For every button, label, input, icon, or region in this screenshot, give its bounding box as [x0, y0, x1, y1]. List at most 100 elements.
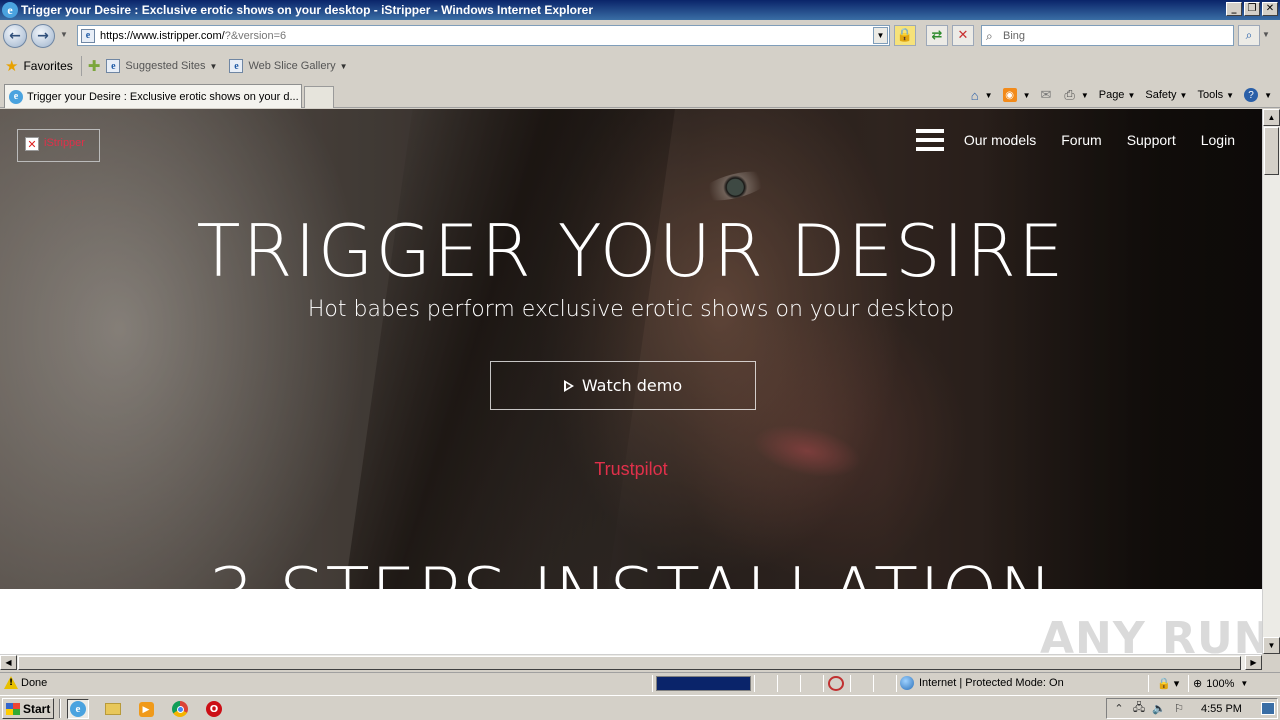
suggested-sites-link[interactable]: e Suggested Sites ▼ [106, 59, 217, 73]
stop-button[interactable]: ✕ [952, 25, 974, 46]
hamburger-menu-icon[interactable] [915, 129, 944, 151]
mail-icon: ✉ [1040, 87, 1052, 102]
security-lock-button[interactable]: 🔒 [894, 25, 916, 46]
command-bar: ⌂ ▼ ◉ ▼ ✉ ⎙ ▼ Page ▼ Safety ▼ Tools ▼ ? ▼ [961, 85, 1272, 105]
page-icon: e [106, 59, 121, 73]
hero-overlay [0, 109, 1262, 589]
progress-fill [657, 677, 750, 690]
chevron-down-icon: ▼ [1179, 90, 1188, 100]
search-button[interactable]: ⌕ [1238, 25, 1260, 46]
add-to-favorites-icon[interactable]: ✚ [88, 57, 101, 75]
popup-blocker-icon[interactable] [828, 676, 844, 691]
divider [800, 675, 801, 692]
vertical-scroll-thumb[interactable] [1264, 127, 1279, 175]
tab-active[interactable]: e Trigger your Desire : Exclusive erotic… [4, 84, 302, 108]
zoom-level[interactable]: ⊕ 100% ▼ [1193, 677, 1249, 691]
nav-our-models[interactable]: Our models [964, 132, 1036, 148]
home-button[interactable]: ⌂ ▼ [971, 88, 993, 103]
media-player-icon: ▶ [138, 701, 154, 717]
watch-demo-button[interactable]: Watch demo [490, 361, 756, 410]
taskbar-explorer-button[interactable] [102, 699, 124, 719]
divider [850, 675, 851, 692]
address-bar[interactable]: e https://www.istripper.com/?&version=6 … [77, 25, 890, 46]
ie-tab-icon: e [9, 89, 23, 104]
favorites-bar: ★ Favorites ✚ e Suggested Sites ▼ e Web … [0, 51, 1280, 81]
rss-icon: ◉ [1002, 88, 1017, 102]
hero-headline: TRIGGER YOUR DESIRE [196, 209, 1066, 293]
tools-menu[interactable]: Tools ▼ [1197, 89, 1234, 101]
safety-menu[interactable]: Safety ▼ [1145, 89, 1187, 101]
divider [59, 699, 61, 718]
window-controls: _ ❐ ✕ [1226, 2, 1278, 16]
nav-forum[interactable]: Forum [1061, 132, 1101, 148]
chevron-down-icon: ▼ [1022, 90, 1031, 100]
taskbar: Start e ▶ O ⌃ 🖧 🔈 ⚐ 4:55 PM [0, 695, 1280, 720]
horizontal-scroll-thumb[interactable] [18, 656, 1241, 670]
history-dropdown-icon[interactable]: ▼ [60, 30, 68, 39]
ie-icon: e [2, 2, 18, 18]
volume-icon[interactable]: 🔈 [1151, 702, 1167, 715]
web-slice-gallery-link[interactable]: e Web Slice Gallery ▼ [229, 59, 348, 73]
page-viewport: ✕ iStripper Our models Forum Support Log… [0, 109, 1262, 654]
divider [777, 675, 778, 692]
taskbar-chrome-button[interactable] [169, 699, 191, 719]
close-button[interactable]: ✕ [1262, 2, 1278, 16]
show-hidden-icons-icon[interactable]: ⌃ [1111, 702, 1127, 715]
divider [652, 675, 653, 692]
scroll-down-button[interactable]: ▼ [1263, 637, 1280, 654]
restore-button[interactable]: ❐ [1244, 2, 1260, 16]
scroll-left-button[interactable]: ◀ [0, 655, 17, 670]
system-tray: ⌃ 🖧 🔈 ⚐ 4:55 PM [1106, 698, 1278, 719]
url-text[interactable]: https://www.istripper.com/?&version=6 [100, 30, 286, 42]
back-button[interactable]: ← [3, 24, 27, 48]
stop-icon: ✕ [957, 28, 969, 43]
search-input[interactable]: ⌕ Bing [981, 25, 1234, 46]
divider [823, 675, 824, 692]
favorites-button[interactable]: ★ Favorites [5, 57, 73, 75]
scroll-up-button[interactable]: ▲ [1263, 109, 1280, 126]
print-button[interactable]: ⎙ ▼ [1064, 87, 1088, 103]
chevron-down-icon: ▼ [1240, 679, 1249, 688]
action-center-flag-icon[interactable]: ⚐ [1171, 702, 1187, 715]
window-title: Trigger your Desire : Exclusive erotic s… [21, 3, 594, 17]
window-title-bar: e Trigger your Desire : Exclusive erotic… [0, 0, 1280, 20]
warning-mark: ! [9, 678, 14, 688]
clock[interactable]: 4:55 PM [1201, 703, 1242, 715]
refresh-button[interactable]: ⇄ [926, 25, 948, 46]
page-menu[interactable]: Page ▼ [1099, 89, 1136, 101]
site-logo[interactable]: ✕ iStripper [17, 129, 100, 162]
security-zone[interactable]: Internet | Protected Mode: On [900, 676, 1064, 690]
help-icon: ? [1244, 88, 1259, 102]
search-options-dropdown-icon[interactable]: ▼ [1262, 30, 1270, 39]
trustpilot-link[interactable]: Trustpilot [0, 459, 1262, 480]
divider [896, 675, 897, 692]
taskbar-media-player-button[interactable]: ▶ [135, 699, 157, 719]
page-icon: e [229, 59, 244, 73]
zoom-icon: ⊕ [1193, 678, 1203, 690]
tab-row: e Trigger your Desire : Exclusive erotic… [0, 81, 1280, 108]
status-bar: ! Done Internet | Protected Mode: On 🔒 ▾… [0, 672, 1280, 694]
nav-login[interactable]: Login [1201, 132, 1235, 148]
site-nav: Our models Forum Support Login [915, 129, 1235, 151]
help-button[interactable]: ? ▼ [1244, 88, 1272, 102]
taskbar-ie-button[interactable]: e [67, 699, 89, 719]
address-dropdown-icon[interactable]: ▼ [873, 27, 888, 44]
internet-globe-icon [900, 676, 914, 690]
nav-support[interactable]: Support [1127, 132, 1176, 148]
protected-mode-icon[interactable]: 🔒 ▾ [1157, 677, 1179, 690]
lock-icon: 🔒 [896, 28, 914, 43]
search-icon: ⌕ [1245, 28, 1253, 42]
minimize-button[interactable]: _ [1226, 2, 1242, 16]
scrollbar-corner [1262, 654, 1280, 670]
new-tab-button[interactable] [304, 86, 334, 108]
read-mail-button[interactable]: ✉ [1041, 87, 1055, 103]
scroll-right-button[interactable]: ▶ [1245, 655, 1262, 670]
forward-button[interactable]: → [31, 24, 55, 48]
horizontal-scrollbar[interactable]: ◀ ▶ [0, 654, 1262, 670]
vertical-scrollbar[interactable]: ▲ ▼ [1262, 109, 1280, 654]
show-desktop-button[interactable] [1261, 702, 1275, 715]
taskbar-opera-button[interactable]: O [203, 699, 225, 719]
start-button[interactable]: Start [2, 698, 54, 719]
network-icon[interactable]: 🖧 [1131, 699, 1147, 718]
feeds-button[interactable]: ◉ ▼ [1002, 88, 1031, 102]
